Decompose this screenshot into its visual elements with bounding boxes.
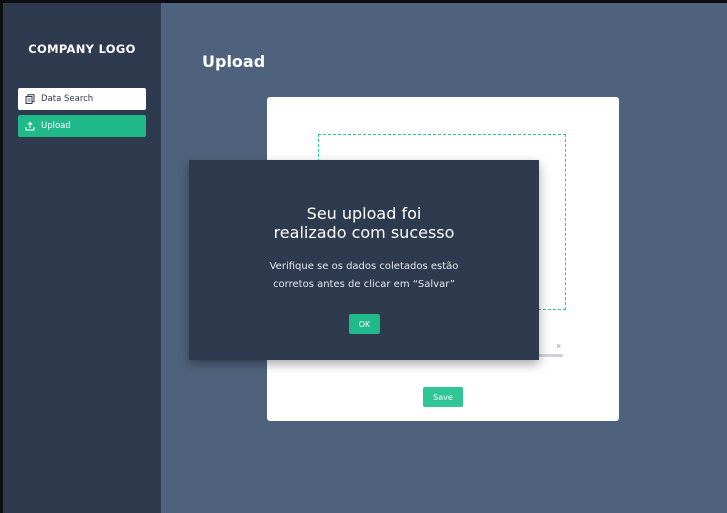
sidebar-item-upload[interactable]: Upload	[18, 115, 146, 137]
modal-message-line: corretos antes de clicar em “Salvar”	[273, 279, 455, 290]
upload-progress-bar	[537, 354, 563, 357]
company-logo: COMPANY LOGO	[28, 42, 136, 56]
ok-button[interactable]: OK	[349, 314, 380, 334]
sidebar-item-label: Upload	[41, 121, 71, 131]
modal-title-line: realizado com sucesso	[273, 223, 455, 242]
page-title: Upload	[202, 52, 266, 71]
save-button[interactable]: Save	[423, 387, 463, 407]
upload-icon	[25, 121, 35, 131]
modal-title-line: Seu upload foi	[306, 204, 422, 223]
success-modal: Seu upload foi realizado com sucesso Ver…	[189, 160, 539, 360]
modal-message: Verifique se os dados coletados estão co…	[189, 258, 539, 294]
modal-message-line: Verifique se os dados coletados estão	[269, 261, 459, 272]
remove-file-icon[interactable]: ×	[556, 341, 561, 351]
sidebar: COMPANY LOGO Data Search Upload	[3, 3, 161, 513]
app-window: COMPANY LOGO Data Search Upload Upload ×…	[3, 3, 727, 513]
modal-title: Seu upload foi realizado com sucesso	[189, 204, 539, 242]
documents-icon	[25, 94, 35, 104]
sidebar-item-data-search[interactable]: Data Search	[18, 88, 146, 110]
sidebar-item-label: Data Search	[41, 94, 94, 104]
